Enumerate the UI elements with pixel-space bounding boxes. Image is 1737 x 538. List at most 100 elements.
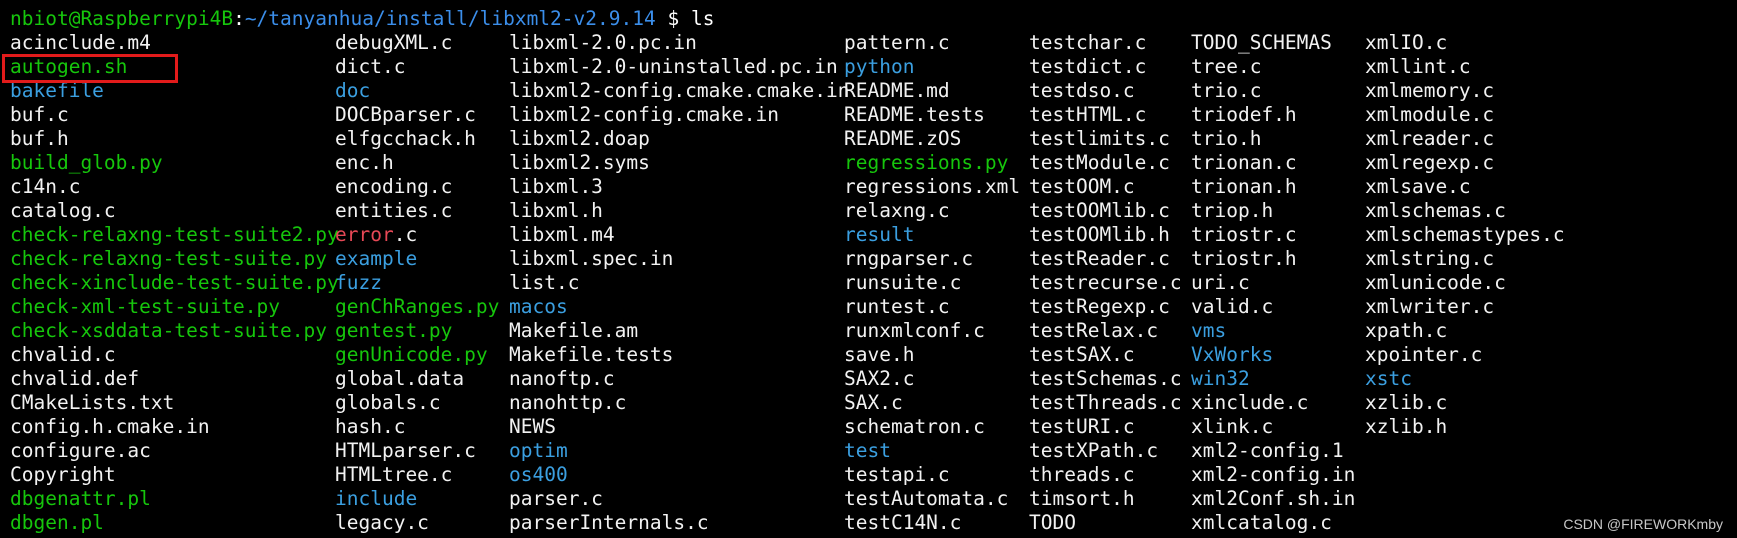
ls-entry: xmlmemory.c: [1365, 79, 1565, 103]
ls-entry: xpointer.c: [1365, 343, 1565, 367]
ls-entry: libxml2.doap: [509, 127, 849, 151]
ls-entry-name: entities.c: [335, 199, 453, 222]
ls-entry: nanohttp.c: [509, 391, 849, 415]
ls-entry-name: check-relaxng-test-suite.py: [10, 247, 327, 270]
ls-entry-name: TODO: [1029, 511, 1076, 534]
ls-entry-name: triop.h: [1191, 199, 1274, 222]
ls-entry: triop.h: [1191, 199, 1355, 223]
ls-entry-name: libxml-2.0-uninstalled.pc.in: [509, 55, 838, 78]
ls-entry-name: xmllint.c: [1365, 55, 1471, 78]
ls-entry-name: xmlIO.c: [1365, 31, 1448, 54]
ls-entry: testRegexp.c: [1029, 295, 1182, 319]
ls-entry: xmlstring.c: [1365, 247, 1565, 271]
ls-entry: testC14N.c: [844, 511, 1020, 535]
ls-entry-name: xmlsave.c: [1365, 175, 1471, 198]
ls-entry: CMakeLists.txt: [10, 391, 339, 415]
ls-entry-name: xmlschemas.c: [1365, 199, 1506, 222]
ls-entry-name: config.h.cmake.in: [10, 415, 210, 438]
ls-entry-name: uri.c: [1191, 271, 1250, 294]
ls-entry-name: valid.c: [1191, 295, 1274, 318]
ls-entry-name: xpath.c: [1365, 319, 1448, 342]
ls-entry: testURI.c: [1029, 415, 1182, 439]
ls-entry: example: [335, 247, 499, 271]
ls-entry-name: regressions.xml: [844, 175, 1021, 198]
ls-entry: NEWS: [509, 415, 849, 439]
ls-entry-name: NEWS: [509, 415, 556, 438]
ls-entry: timsort.h: [1029, 487, 1182, 511]
ls-entry: SAX2.c: [844, 367, 1020, 391]
ls-entry-name: test: [844, 439, 891, 462]
ls-entry-name: nanoftp.c: [509, 367, 615, 390]
ls-entry-name: testSAX.c: [1029, 343, 1135, 366]
ls-entry-name: gentest.py: [335, 319, 453, 342]
ls-entry-name: encoding.c: [335, 175, 453, 198]
ls-entry-name: runtest.c: [844, 295, 950, 318]
ls-entry: configure.ac: [10, 439, 339, 463]
ls-entry-name: chvalid.def: [10, 367, 140, 390]
ls-entry: testRelax.c: [1029, 319, 1182, 343]
ls-entry: xmlIO.c: [1365, 31, 1565, 55]
ls-entry-name: debugXML.c: [335, 31, 453, 54]
ls-entry: libxml2.syms: [509, 151, 849, 175]
terminal-window[interactable]: nbiot@Raspberrypi4B:~/tanyanhua/install/…: [0, 0, 1737, 538]
ls-entry: runsuite.c: [844, 271, 1020, 295]
ls-entry: build_glob.py: [10, 151, 339, 175]
ls-entry: xmlsave.c: [1365, 175, 1565, 199]
ls-entry-name: HTMLparser.c: [335, 439, 476, 462]
ls-entry: include: [335, 487, 499, 511]
ls-entry: chvalid.c: [10, 343, 339, 367]
ls-entry-name: testdso.c: [1029, 79, 1135, 102]
ls-entry: libxml-2.0-uninstalled.pc.in: [509, 55, 849, 79]
ls-entry: config.h.cmake.in: [10, 415, 339, 439]
ls-entry: TODO: [1029, 511, 1182, 535]
ls-entry: python: [844, 55, 1020, 79]
ls-column-1: acinclude.m4 autogen.sh bakefile buf.c buf.h…: [10, 31, 339, 535]
ls-entry: fuzz: [335, 271, 499, 295]
ls-entry-name: error: [335, 223, 394, 246]
ls-entry-name: triodef.h: [1191, 103, 1297, 126]
ls-entry-name: testSchemas.c: [1029, 367, 1182, 390]
ls-entry-name: xpointer.c: [1365, 343, 1483, 366]
ls-entry-name: xstc: [1365, 367, 1412, 390]
ls-column-7: xmlIO.c xmllint.c xmlmemory.c xmlmodule.c xm…: [1365, 31, 1565, 439]
ls-entry: Makefile.am: [509, 319, 849, 343]
ls-entry: relaxng.c: [844, 199, 1020, 223]
ls-entry: debugXML.c: [335, 31, 499, 55]
ls-entry-name: example: [335, 247, 418, 270]
ls-entry: xmlmodule.c: [1365, 103, 1565, 127]
ls-entry: genChRanges.py: [335, 295, 499, 319]
ls-entry: trio.h: [1191, 127, 1355, 151]
ls-entry-name: dbgenattr.pl: [10, 487, 151, 510]
ls-entry: save.h: [844, 343, 1020, 367]
ls-entry-name: triostr.h: [1191, 247, 1297, 270]
ls-entry: xmlreader.c: [1365, 127, 1565, 151]
ls-column-6: TODO_SCHEMAS tree.c trio.c triodef.h trio.h t…: [1191, 31, 1355, 535]
ls-entry: uri.c: [1191, 271, 1355, 295]
ls-entry-name: os400: [509, 463, 568, 486]
ls-entry: testThreads.c: [1029, 391, 1182, 415]
ls-entry-name: regressions.py: [844, 151, 1009, 174]
ls-entry-name: buf.h: [10, 127, 69, 150]
shell-prompt-line: nbiot@Raspberrypi4B:~/tanyanhua/install/…: [10, 7, 714, 31]
ls-entry-name: xzlib.c: [1365, 391, 1448, 414]
ls-entry-name: libxml2.syms: [509, 151, 650, 174]
ls-entry-name: README.tests: [844, 103, 985, 126]
ls-entry: README.zOS: [844, 127, 1020, 151]
ls-entry: dict.c: [335, 55, 499, 79]
ls-entry: entities.c: [335, 199, 499, 223]
ls-entry-name: rngparser.c: [844, 247, 974, 270]
ls-column-4: pattern.c python README.md README.tests READ…: [844, 31, 1020, 535]
highlight-annotation-box: [2, 54, 178, 83]
ls-entry: testSAX.c: [1029, 343, 1182, 367]
ls-entry-name: timsort.h: [1029, 487, 1135, 510]
ls-entry: testOOMlib.h: [1029, 223, 1182, 247]
ls-entry: triodef.h: [1191, 103, 1355, 127]
ls-entry-name: xml2-config.in: [1191, 463, 1356, 486]
ls-column-3: libxml-2.0.pc.in libxml-2.0-uninstalled.p…: [509, 31, 849, 535]
ls-entry: check-relaxng-test-suite.py: [10, 247, 339, 271]
ls-entry: triostr.c: [1191, 223, 1355, 247]
ls-entry-name: enc.h: [335, 151, 394, 174]
ls-entry: testXPath.c: [1029, 439, 1182, 463]
prompt-user-host: nbiot@Raspberrypi4B: [10, 7, 234, 30]
ls-entry: libxml-2.0.pc.in: [509, 31, 849, 55]
